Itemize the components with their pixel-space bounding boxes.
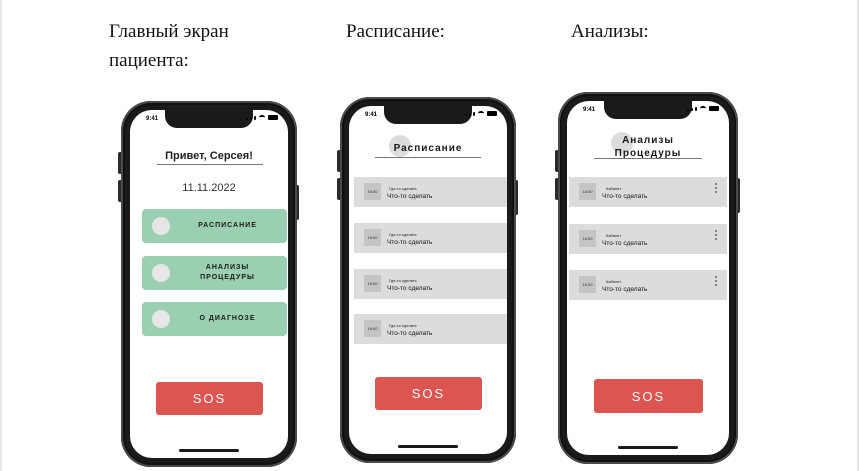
list-item[interactable]: 16:00 Где-то сделать Что-то сделать [354, 223, 507, 253]
home-indicator [618, 446, 678, 449]
sos-button[interactable]: SOS [594, 379, 703, 413]
list-item[interactable]: 16:00 Где-то сделать Что-то сделать [354, 269, 507, 299]
menu-label: РАСПИСАНИЕ [198, 222, 257, 229]
notch [604, 101, 692, 119]
circle-icon [152, 310, 170, 328]
status-icons [465, 111, 497, 116]
analyses-screen: 9:41 Анализы Процедуры 16:00 Кабинет Что… [567, 101, 729, 455]
greeting-underline [157, 164, 263, 165]
item-task: Что-то сделать [387, 330, 433, 337]
list-item[interactable]: 16:00 Кабинет Что-то сделать [569, 177, 727, 207]
menu-analyses-button[interactable]: АНАЛИЗЫ ПРОЦЕДУРЫ [142, 256, 287, 290]
status-time: 9:41 [146, 116, 159, 122]
item-task: Что-то сделать [387, 239, 433, 246]
caption-schedule: Расписание: [346, 21, 445, 42]
list-item[interactable]: 16:00 Где-то сделать Что-то сделать [354, 177, 507, 207]
page-border-left [0, 0, 2, 471]
battery-icon [487, 111, 497, 116]
item-place: Кабинет [606, 233, 622, 238]
wifi-icon [478, 111, 484, 116]
list-item[interactable]: 16:00 Где-то сделать Что-то сделать [354, 314, 507, 344]
time-box: 16:00 [364, 320, 381, 337]
status-icons [687, 106, 719, 111]
wifi-icon [259, 115, 265, 120]
time-box: 16:00 [364, 183, 381, 200]
sos-button[interactable]: SOS [156, 382, 263, 415]
circle-icon [152, 217, 170, 235]
screen-title: Расписание [393, 143, 463, 154]
schedule-screen: 9:41 Расписание 16:00 Где-то сделать Что… [349, 106, 507, 454]
time-box: 16:00 [579, 276, 596, 293]
phone-home: 9:41 Привет, Серсея! 11.11.2022 РАСПИСАН… [121, 101, 297, 467]
signal-icon [465, 114, 467, 116]
item-place: Где-то сделать [389, 323, 417, 328]
list-item[interactable]: 16:00 Кабинет Что-то сделать [569, 224, 727, 254]
item-place: Где-то сделать [389, 186, 417, 191]
signal-icon [687, 109, 689, 111]
date: 11.11.2022 [182, 182, 236, 194]
more-options-icon[interactable] [715, 183, 717, 193]
item-place: Где-то сделать [389, 278, 417, 283]
time-box: 16:00 [579, 183, 596, 200]
menu-label: О ДИАГНОЗЕ [199, 315, 256, 322]
item-task: Что-то сделать [387, 285, 433, 292]
item-task: Что-то сделать [602, 286, 648, 293]
phone-analyses: 9:41 Анализы Процедуры 16:00 Кабинет Что… [558, 92, 738, 464]
sos-button[interactable]: SOS [375, 377, 482, 410]
title-underline [594, 158, 702, 159]
signal-icon [246, 118, 248, 120]
time-box: 16:00 [364, 229, 381, 246]
circle-icon [152, 264, 170, 282]
caption-analyses: Анализы: [571, 21, 649, 42]
screen-title: Анализы Процедуры [614, 135, 682, 159]
list-item[interactable]: 16:00 Кабинет Что-то сделать [569, 270, 727, 300]
home-indicator [179, 449, 239, 452]
home-indicator [398, 445, 458, 448]
battery-icon [709, 106, 719, 111]
more-options-icon[interactable] [715, 230, 717, 240]
phone-schedule: 9:41 Расписание 16:00 Где-то сделать Что… [340, 97, 516, 463]
item-task: Что-то сделать [602, 193, 648, 200]
status-icons [246, 115, 278, 120]
notch [384, 106, 472, 124]
item-place: Кабинет [606, 279, 622, 284]
time-box: 16:00 [364, 275, 381, 292]
more-options-icon[interactable] [715, 276, 717, 286]
title-underline [375, 157, 481, 158]
item-place: Где-то сделать [389, 232, 417, 237]
menu-label: АНАЛИЗЫ ПРОЦЕДУРЫ [200, 264, 255, 281]
caption-home: Главный экран пациента: [109, 21, 229, 71]
item-task: Что-то сделать [602, 240, 648, 247]
home-screen: 9:41 Привет, Серсея! 11.11.2022 РАСПИСАН… [130, 110, 288, 458]
greeting: Привет, Серсея! [165, 150, 253, 162]
status-time: 9:41 [583, 107, 596, 113]
item-place: Кабинет [606, 186, 622, 191]
status-time: 9:41 [365, 112, 378, 118]
menu-diagnosis-button[interactable]: О ДИАГНОЗЕ [142, 302, 287, 336]
notch [165, 110, 253, 128]
menu-schedule-button[interactable]: РАСПИСАНИЕ [142, 209, 287, 243]
battery-icon [268, 115, 278, 120]
wifi-icon [700, 106, 706, 111]
item-task: Что-то сделать [387, 193, 433, 200]
time-box: 16:00 [579, 230, 596, 247]
